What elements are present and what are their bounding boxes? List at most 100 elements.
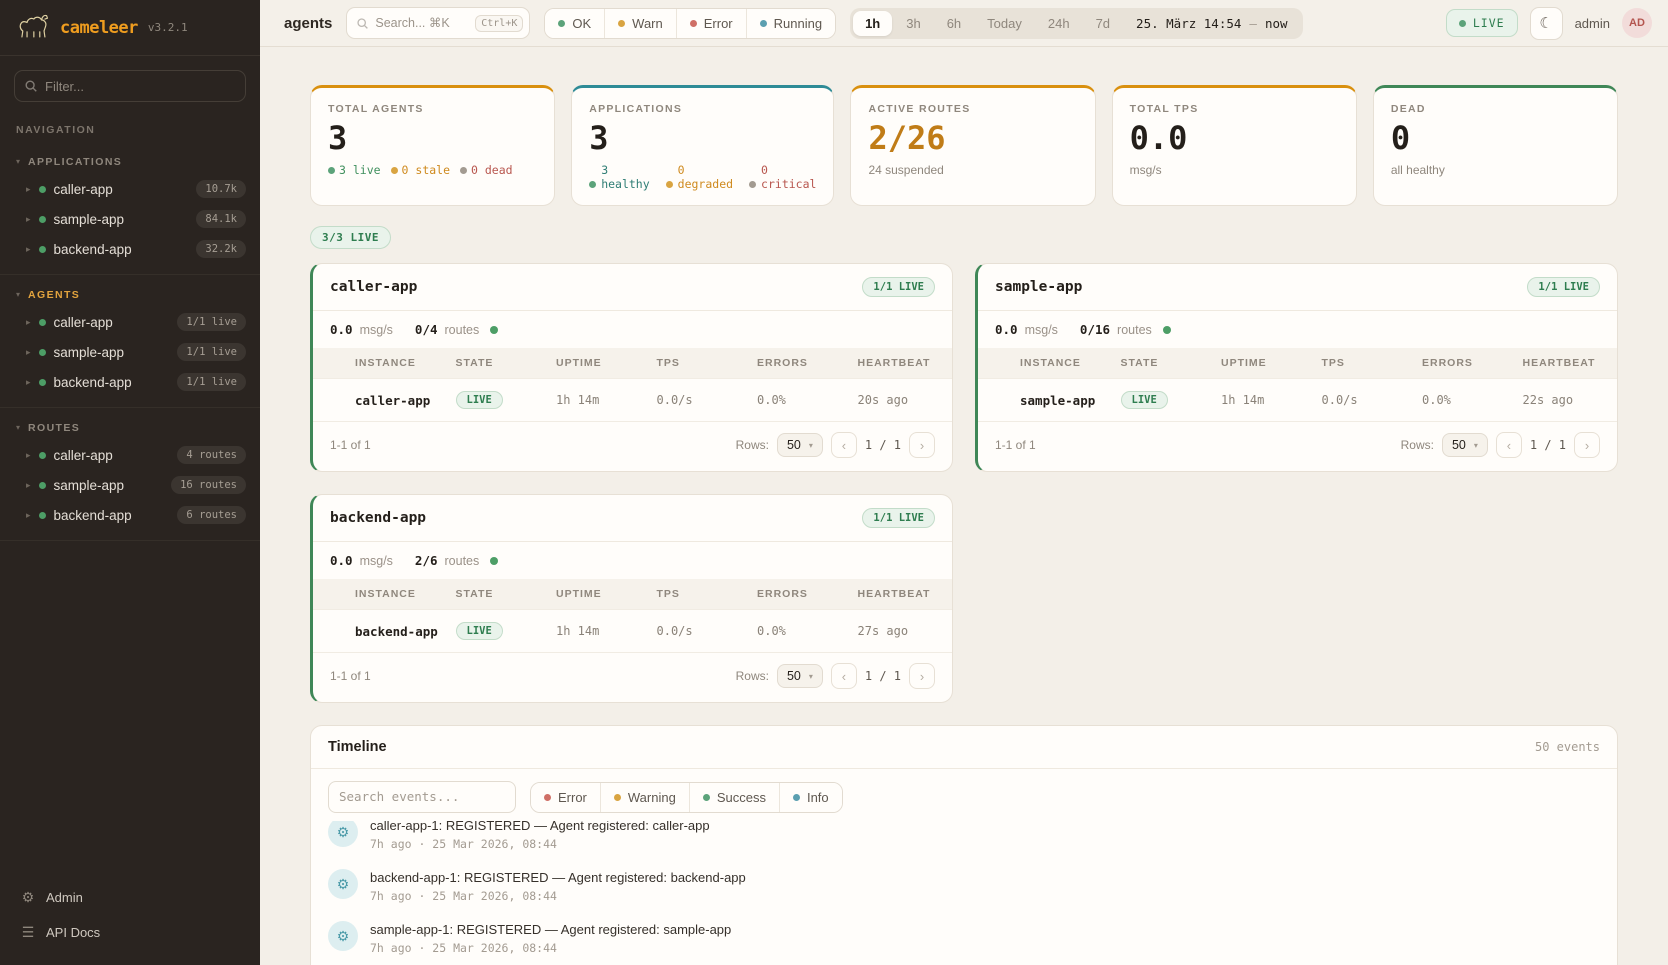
filter-input[interactable] [14, 70, 246, 102]
status-dot [39, 319, 46, 326]
filter-chip-ok[interactable]: OK [545, 9, 604, 38]
avatar[interactable]: AD [1622, 8, 1652, 38]
status-filter-group: OK Warn Error Running [544, 8, 836, 39]
col-uptime: UPTIME [550, 348, 651, 379]
filter-chip-warn[interactable]: Warn [604, 9, 676, 38]
timeline-filter-group: Error Warning Success Info [530, 782, 843, 813]
page-title: agents [284, 15, 332, 32]
next-page-button[interactable]: › [909, 432, 935, 458]
stat-card-total-agents: TOTAL AGENTS 3 3 live 0 stale 0 dead [310, 85, 555, 206]
item-label: caller-app [54, 448, 113, 463]
section-label: ROUTES [28, 422, 80, 434]
sidebar-item-backend-app[interactable]: ▸ backend-app 32.2k [0, 234, 260, 264]
col-instance: INSTANCE [1014, 348, 1115, 379]
sidebar-item-api-docs[interactable]: ☰ API Docs [16, 918, 244, 947]
gear-event-icon: ⚙ [328, 821, 358, 847]
cell-tps: 0.0/s [1316, 379, 1417, 422]
sidebar-item-caller-app[interactable]: ▸ caller-app 10.7k [0, 174, 260, 204]
sidebar-item-sample-app-routes[interactable]: ▸ sample-app 16 routes [0, 470, 260, 500]
prev-page-button[interactable]: ‹ [831, 432, 857, 458]
app-card-caller-app: caller-app 1/1 LIVE 0.0msg/s 0/4routes I… [310, 263, 953, 472]
warning-dot [614, 794, 621, 801]
item-label: backend-app [54, 508, 132, 523]
prev-page-button[interactable]: ‹ [1496, 432, 1522, 458]
row-range-label: 1-1 of 1 [330, 669, 371, 683]
chip-label: Error [558, 790, 587, 805]
rows-value: 50 [1452, 438, 1466, 452]
status-dot [39, 246, 46, 253]
next-page-button[interactable]: › [1574, 432, 1600, 458]
range-today[interactable]: Today [975, 11, 1034, 36]
rows-per-page-select[interactable]: 50▾ [777, 433, 823, 457]
live-toggle[interactable]: LIVE [1446, 9, 1518, 37]
brand-name: cameleer [60, 18, 138, 38]
rows-value: 50 [787, 438, 801, 452]
range-1h[interactable]: 1h [853, 11, 892, 36]
item-badge: 6 routes [177, 506, 246, 524]
table-row[interactable]: backend-app LIVE 1h 14m 0.0/s 0.0% 27s a… [313, 610, 952, 653]
error-dot [544, 794, 551, 801]
section-header-applications[interactable]: ▾ APPLICATIONS [0, 150, 260, 174]
chevron-right-icon: ▸ [26, 214, 31, 225]
filter-chip-running[interactable]: Running [746, 9, 835, 38]
stat-label: TOTAL TPS [1130, 103, 1339, 115]
cell-tps: 0.0/s [651, 610, 752, 653]
row-range-label: 1-1 of 1 [995, 438, 1036, 452]
search-input[interactable] [375, 16, 457, 30]
legend-label: 3 live [339, 163, 381, 177]
event-title: sample-app-1: REGISTERED — Agent registe… [370, 922, 731, 937]
stat-value: 3 [589, 119, 816, 157]
sidebar-item-backend-app-agent[interactable]: ▸ backend-app 1/1 live [0, 367, 260, 397]
filter-chip-error[interactable]: Error [531, 783, 600, 812]
legend-label: degraded [678, 177, 733, 191]
dark-mode-toggle[interactable]: ☾ [1530, 7, 1563, 40]
filter-chip-success[interactable]: Success [689, 783, 779, 812]
app-routes-unit: routes [445, 323, 480, 337]
section-header-agents[interactable]: ▾ AGENTS [0, 283, 260, 307]
prev-page-button[interactable]: ‹ [831, 663, 857, 689]
global-search: Ctrl+K [346, 7, 530, 39]
state-badge: LIVE [456, 391, 503, 409]
app-stats: 0.0msg/s 0/4routes [313, 311, 952, 348]
sidebar-item-caller-app-routes[interactable]: ▸ caller-app 4 routes [0, 440, 260, 470]
stale-dot [391, 167, 398, 174]
item-label: backend-app [54, 375, 132, 390]
page-indicator: 1 / 1 [865, 669, 901, 683]
table-row[interactable]: caller-app LIVE 1h 14m 0.0/s 0.0% 20s ag… [313, 379, 952, 422]
rows-per-page-select[interactable]: 50▾ [777, 664, 823, 688]
filter-chip-info[interactable]: Info [779, 783, 842, 812]
sidebar: cameleer v3.2.1 NAVIGATION ▾ APPLICATION… [0, 0, 260, 965]
range-3h[interactable]: 3h [894, 11, 932, 36]
apps-grid: caller-app 1/1 LIVE 0.0msg/s 0/4routes I… [310, 263, 1618, 703]
sidebar-item-sample-app-agent[interactable]: ▸ sample-app 1/1 live [0, 337, 260, 367]
next-page-button[interactable]: › [909, 663, 935, 689]
sidebar-item-caller-app-agent[interactable]: ▸ caller-app 1/1 live [0, 307, 260, 337]
sidebar-section-applications: ▾ APPLICATIONS ▸ caller-app 10.7k ▸ samp… [0, 142, 260, 275]
col-state: STATE [450, 579, 551, 610]
range-24h[interactable]: 24h [1036, 11, 1082, 36]
timeline-event: ⚙ caller-app-1: REGISTERED — Agent regis… [328, 821, 1600, 860]
sidebar-item-sample-app[interactable]: ▸ sample-app 84.1k [0, 204, 260, 234]
col-errors: ERRORS [751, 579, 852, 610]
section-header-routes[interactable]: ▾ ROUTES [0, 416, 260, 440]
table-row[interactable]: sample-app LIVE 1h 14m 0.0/s 0.0% 22s ag… [978, 379, 1617, 422]
rows-label: Rows: [736, 438, 769, 452]
app-live-badge: 1/1 LIVE [1527, 277, 1600, 297]
chevron-right-icon: ▸ [26, 244, 31, 255]
sidebar-item-backend-app-routes[interactable]: ▸ backend-app 6 routes [0, 500, 260, 530]
filter-chip-warning[interactable]: Warning [600, 783, 689, 812]
item-badge: 1/1 live [177, 373, 246, 391]
item-label: sample-app [54, 345, 125, 360]
legend-label: critical [761, 177, 816, 191]
range-6h[interactable]: 6h [935, 11, 973, 36]
range-7d[interactable]: 7d [1084, 11, 1122, 36]
timeline-events-list[interactable]: ⚙ caller-app-1: REGISTERED — Agent regis… [311, 821, 1617, 965]
filter-chip-error[interactable]: Error [676, 9, 746, 38]
stat-card-active-routes: ACTIVE ROUTES 2/26 24 suspended [850, 85, 1095, 206]
event-time: 7h ago · 25 Mar 2026, 08:44 [370, 837, 710, 851]
sidebar-item-admin[interactable]: ⚙ Admin [16, 883, 244, 912]
item-badge: 16 routes [171, 476, 246, 494]
rows-per-page-select[interactable]: 50▾ [1442, 433, 1488, 457]
timeline-search-input[interactable] [328, 781, 516, 813]
topbar: agents Ctrl+K OK Warn Error Running [260, 0, 1668, 47]
